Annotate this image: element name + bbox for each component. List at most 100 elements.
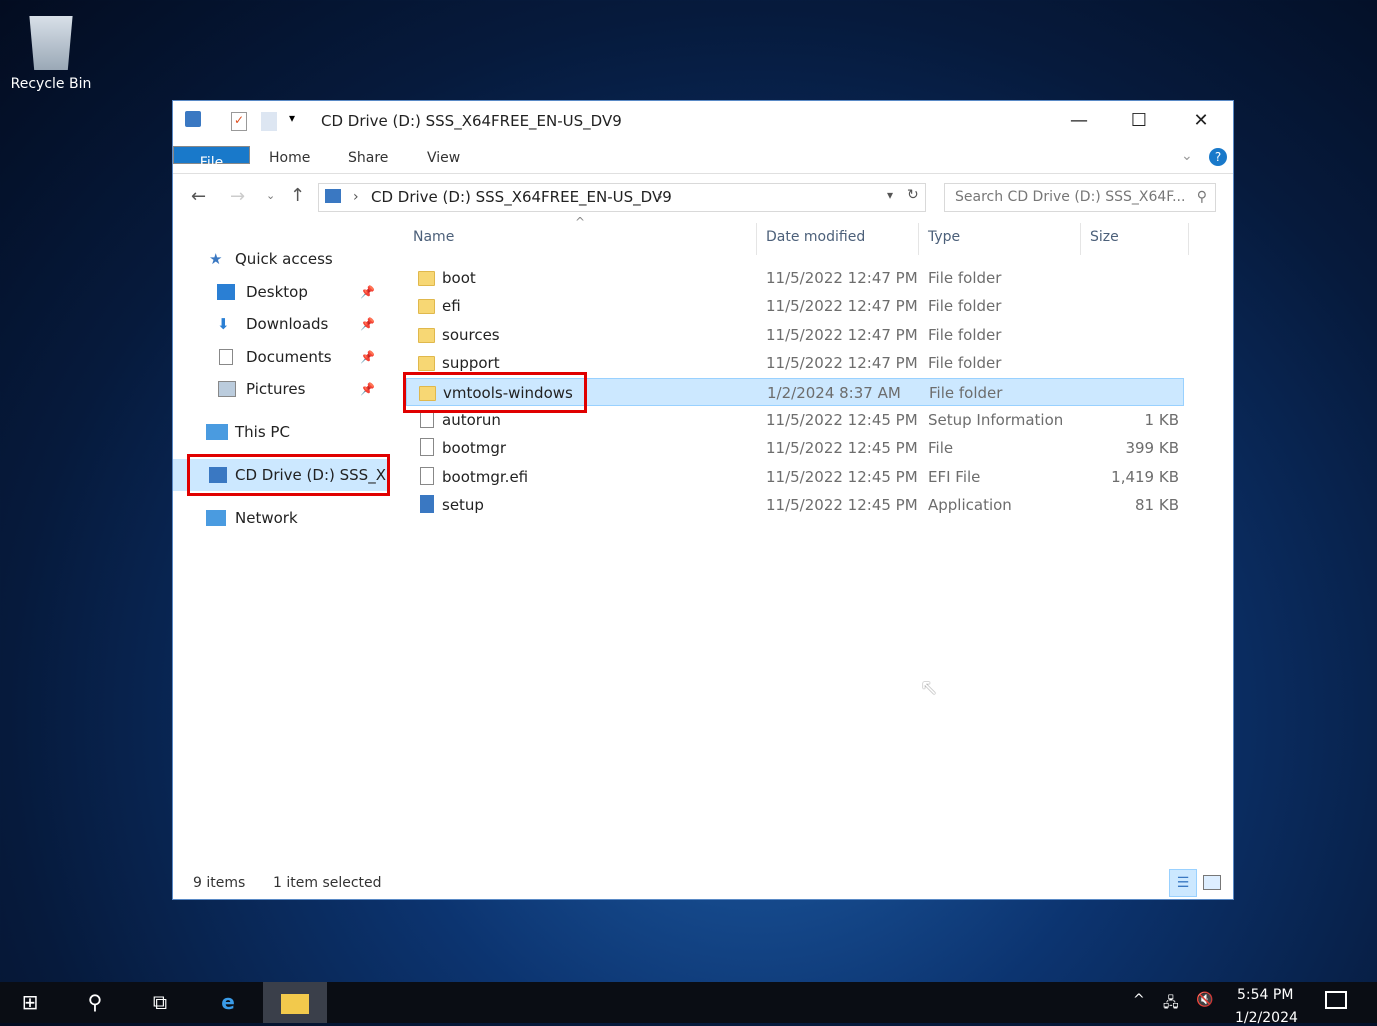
recycle-bin-icon (29, 16, 73, 70)
file-date: 11/5/2022 12:45 PM (766, 467, 918, 486)
recent-locations-icon[interactable]: ⌄ (266, 189, 275, 202)
cd-drive-icon (325, 189, 341, 203)
expand-ribbon-icon[interactable]: ⌄ (1181, 148, 1193, 164)
network-icon (206, 510, 226, 526)
file-type: File folder (928, 325, 1002, 344)
help-icon[interactable]: ? (1209, 148, 1227, 166)
nav-label: Documents (246, 348, 332, 366)
nav-label: Network (235, 509, 298, 527)
back-button[interactable]: ← (191, 186, 206, 207)
refresh-icon[interactable]: ↻ (907, 187, 919, 203)
column-type[interactable]: Type (928, 229, 960, 251)
start-button[interactable]: ⊞ (5, 982, 55, 1023)
file-name: sources (442, 325, 500, 344)
column-date-modified[interactable]: Date modified (766, 229, 865, 251)
forward-button[interactable]: → (230, 186, 245, 207)
file-icon (420, 438, 434, 457)
download-icon: ⬇ (217, 315, 230, 333)
pin-icon[interactable]: 📌 (360, 373, 375, 405)
pin-icon[interactable]: 📌 (360, 341, 375, 373)
file-row[interactable]: autorun 11/5/2022 12:45 PM Setup Informa… (406, 406, 1184, 434)
column-size[interactable]: Size (1090, 229, 1119, 251)
file-name: efi (442, 297, 461, 316)
network-status-icon[interactable]: 🖧 (1163, 992, 1179, 1016)
file-type: File folder (928, 354, 1002, 373)
nav-label: Downloads (246, 315, 329, 333)
nav-downloads[interactable]: ⬇ Downloads 📌 (173, 308, 383, 340)
recycle-bin[interactable]: Recycle Bin (6, 10, 96, 92)
search-icon[interactable]: ⚲ (70, 982, 120, 1023)
file-row[interactable]: efi 11/5/2022 12:47 PM File folder (406, 292, 1184, 320)
pin-icon[interactable]: 📌 (360, 308, 375, 340)
file-date: 11/5/2022 12:45 PM (766, 439, 918, 458)
tab-file[interactable]: File (173, 146, 250, 171)
internet-explorer-icon[interactable]: e (203, 982, 253, 1023)
search-input[interactable]: Search CD Drive (D:) SSS_X64F... ⚲ (944, 183, 1216, 212)
properties-icon[interactable] (185, 111, 201, 127)
pictures-icon (218, 381, 236, 397)
close-button[interactable]: ✕ (1171, 101, 1231, 141)
file-row[interactable]: boot 11/5/2022 12:47 PM File folder (406, 264, 1184, 292)
details-view-button[interactable]: ☰ (1169, 869, 1197, 897)
taskbar: ⊞ ⚲ ⧉ e ^ 🖧 🔇 5:54 PM 1/2/2024 (0, 982, 1377, 1026)
file-size: 81 KB (1135, 496, 1179, 515)
file-row[interactable]: support 11/5/2022 12:47 PM File folder (406, 349, 1184, 377)
nav-desktop[interactable]: Desktop 📌 (173, 276, 383, 308)
file-name: autorun (442, 411, 501, 429)
action-center-icon[interactable] (1325, 991, 1347, 1009)
computer-icon (206, 424, 228, 440)
file-type: File (928, 439, 954, 458)
file-date: 11/5/2022 12:47 PM (766, 269, 918, 287)
nav-label: This PC (235, 423, 290, 441)
nav-label: Quick access (235, 250, 333, 268)
sort-ascending-icon: ^ (575, 215, 586, 229)
folder-icon (418, 271, 435, 286)
file-name: bootmgr.efi (442, 467, 529, 486)
documents-icon (219, 349, 233, 365)
address-dropdown-icon[interactable]: ▾ (887, 188, 893, 202)
volume-muted-icon[interactable]: 🔇 (1196, 992, 1213, 1008)
nav-this-pc[interactable]: This PC (173, 416, 383, 448)
nav-pictures[interactable]: Pictures 📌 (173, 373, 383, 405)
file-row[interactable]: bootmgr 11/5/2022 12:45 PM File 399 KB (406, 434, 1184, 462)
file-explorer-taskbar-icon[interactable] (263, 982, 327, 1023)
new-folder-icon[interactable] (261, 112, 277, 131)
pin-icon[interactable]: 📌 (360, 276, 375, 308)
tab-home[interactable]: Home (255, 142, 324, 173)
maximize-button[interactable]: ☐ (1109, 101, 1169, 141)
address-path[interactable]: CD Drive (D:) SSS_X64FREE_EN-US_DV9 (371, 188, 672, 206)
file-name: boot (442, 269, 476, 287)
nav-documents[interactable]: Documents 📌 (173, 341, 383, 373)
file-date: 11/5/2022 12:47 PM (766, 297, 918, 316)
navigation-pane: ★ Quick access Desktop 📌 ⬇ Downloads 📌 Docum… (173, 223, 390, 863)
address-bar[interactable]: › CD Drive (D:) SSS_X64FREE_EN-US_DV9 › … (318, 183, 926, 212)
minimize-button[interactable]: — (1049, 101, 1109, 141)
window-title: CD Drive (D:) SSS_X64FREE_EN-US_DV9 (321, 112, 622, 130)
file-type: EFI File (928, 467, 981, 486)
file-name: bootmgr (442, 439, 507, 458)
nav-quick-access[interactable]: ★ Quick access (173, 243, 383, 275)
desktop-icon (217, 284, 235, 300)
app-icon (420, 495, 434, 514)
file-type: Setup Information (928, 411, 1064, 429)
file-row[interactable]: sources 11/5/2022 12:47 PM File folder (406, 321, 1184, 349)
file-row[interactable]: bootmgr.efi 11/5/2022 12:45 PM EFI File … (406, 463, 1184, 491)
clock-time[interactable]: 5:54 PM (1237, 987, 1293, 1003)
large-icons-view-button[interactable] (1203, 875, 1221, 890)
ribbon-tabs: File Home Share View ⌄ ? (173, 142, 1233, 174)
column-name[interactable]: Name (413, 229, 454, 251)
checkmark-doc-icon[interactable]: ✓ (231, 112, 247, 131)
tab-view[interactable]: View (413, 142, 474, 173)
up-button[interactable]: ↑ (290, 185, 305, 206)
file-date: 11/5/2022 12:47 PM (766, 325, 918, 344)
task-view-icon[interactable]: ⧉ (135, 982, 185, 1023)
folder-icon (418, 356, 435, 372)
clock-date[interactable]: 1/2/2024 (1235, 1010, 1298, 1026)
item-count: 9 items (193, 875, 246, 891)
show-hidden-icons[interactable]: ^ (1133, 992, 1145, 1008)
nav-network[interactable]: Network (173, 502, 383, 534)
highlight-box (187, 454, 390, 496)
file-row[interactable]: setup 11/5/2022 12:45 PM Application 81 … (406, 491, 1184, 519)
customize-qat-icon[interactable]: ▾ (289, 111, 295, 125)
tab-share[interactable]: Share (334, 142, 402, 173)
